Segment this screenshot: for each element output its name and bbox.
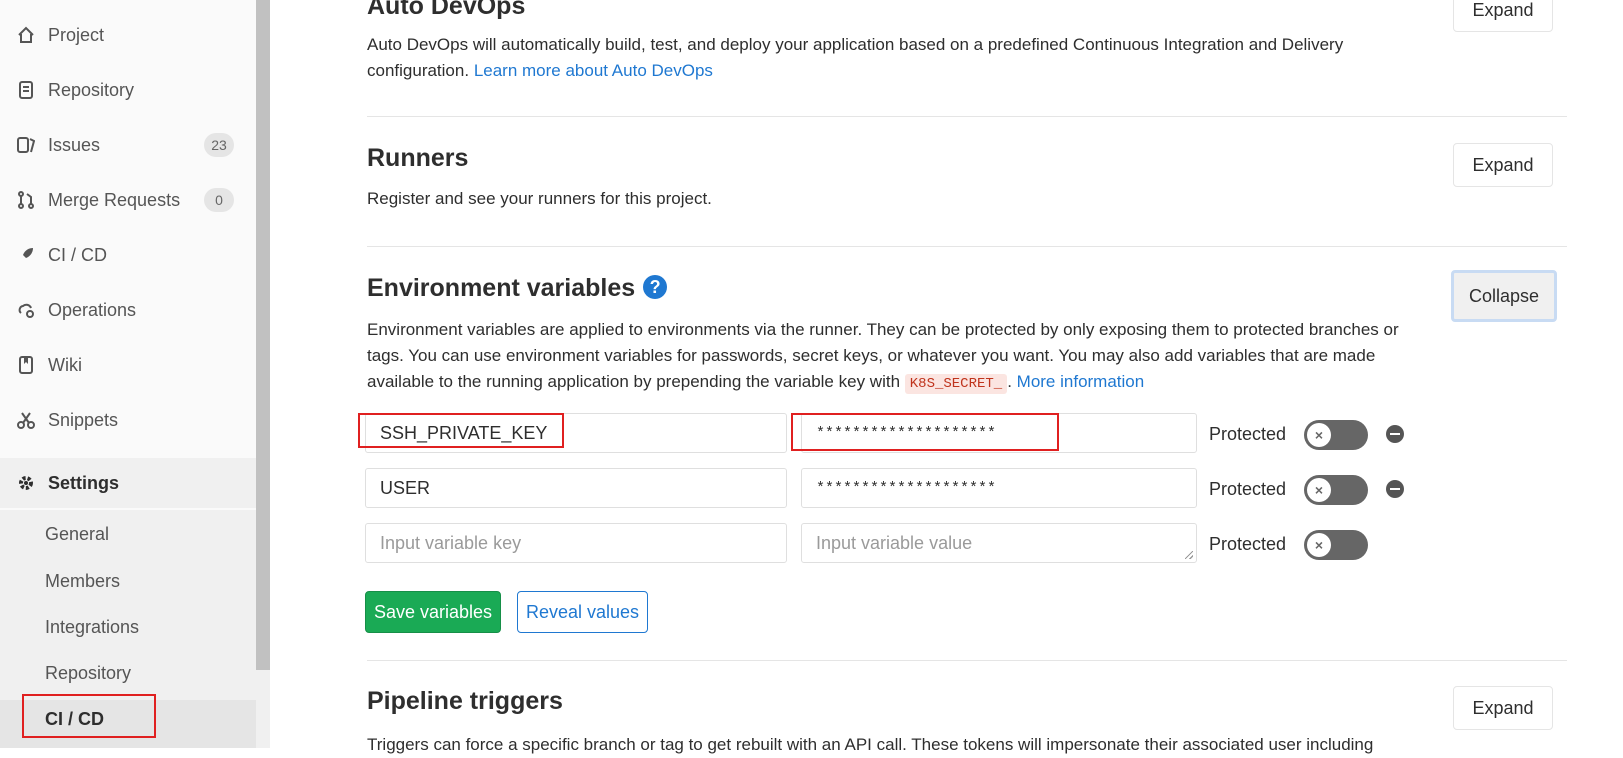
sidebar-item-label: Merge Requests	[48, 189, 181, 210]
scrollbar-thumb[interactable]	[256, 0, 270, 670]
submenu-item-members[interactable]: Members	[45, 571, 120, 592]
home-icon	[16, 25, 36, 45]
section-title-runners: Runners	[367, 144, 469, 172]
sidebar-item-snippets[interactable]: Snippets	[0, 395, 256, 445]
sidebar-item-project[interactable]: Project	[0, 10, 256, 60]
section-title-auto-devops: Auto DevOps	[367, 0, 526, 20]
gear-icon	[16, 473, 36, 493]
highlight-box-value	[791, 413, 1059, 451]
auto-devops-description: Auto DevOps will automatically build, te…	[367, 32, 1397, 84]
reveal-values-button[interactable]: Reveal values	[517, 591, 648, 633]
variable-key-input[interactable]: USER	[365, 468, 787, 508]
merge-requests-count-badge: 0	[204, 188, 234, 212]
section-title-pipeline-triggers: Pipeline triggers	[367, 687, 563, 715]
k8s-secret-code: K8S_SECRET_	[904, 374, 1008, 394]
sidebar-item-wiki[interactable]: Wiki	[0, 340, 256, 390]
learn-more-auto-devops-link[interactable]: Learn more about Auto DevOps	[474, 61, 713, 80]
variable-value-input[interactable]: ********************	[801, 468, 1197, 508]
resize-handle-icon[interactable]	[1185, 551, 1193, 559]
divider	[367, 116, 1567, 117]
sidebar-item-label: Project	[48, 24, 105, 45]
issues-icon	[16, 135, 36, 155]
question-circle-icon[interactable]: ?	[643, 275, 668, 300]
submenu-item-general[interactable]: General	[45, 524, 109, 545]
remove-variable-icon[interactable]	[1386, 425, 1404, 443]
sidebar-item-label: Wiki	[48, 354, 82, 375]
runners-description: Register and see your runners for this p…	[367, 189, 712, 208]
expand-pipeline-triggers-button[interactable]: Expand	[1453, 686, 1553, 730]
save-variables-button[interactable]: Save variables	[365, 591, 501, 633]
pipeline-triggers-description: Triggers can force a specific branch or …	[367, 735, 1374, 754]
sidebar-item-label: Settings	[48, 472, 120, 493]
sidebar-item-operations[interactable]: Operations	[0, 285, 256, 335]
rocket-icon	[16, 245, 36, 265]
sidebar-item-repository[interactable]: Repository	[0, 65, 256, 115]
more-information-link[interactable]: More information	[1017, 372, 1145, 391]
section-title-environment-variables: Environment variables?	[367, 274, 668, 303]
cloud-gear-icon	[16, 300, 36, 320]
sidebar-item-issues[interactable]: Issues 23	[0, 120, 256, 170]
x-icon: ×	[1307, 478, 1331, 502]
sidebar-item-label: CI / CD	[48, 244, 108, 265]
sidebar-item-settings[interactable]: Settings	[0, 458, 256, 508]
divider	[367, 660, 1567, 661]
sidebar-item-merge-requests[interactable]: Merge Requests 0	[0, 175, 256, 225]
expand-runners-button[interactable]: Expand	[1453, 143, 1553, 187]
merge-request-icon	[16, 190, 36, 210]
sidebar-item-ci-cd[interactable]: CI / CD	[0, 230, 256, 280]
x-icon: ×	[1307, 423, 1331, 447]
env-vars-desc-text: Environment variables are applied to env…	[367, 320, 1399, 391]
highlight-box-key	[358, 413, 564, 448]
protected-label: Protected	[1209, 424, 1287, 444]
sidebar-item-label: Snippets	[48, 409, 119, 430]
expand-auto-devops-button[interactable]: Expand	[1453, 0, 1553, 32]
x-icon: ×	[1307, 533, 1331, 557]
submenu-item-integrations[interactable]: Integrations	[45, 617, 139, 638]
highlight-box-ci-cd	[22, 694, 156, 738]
protected-label: Protected	[1209, 534, 1287, 554]
sidebar-scrollbar[interactable]	[256, 0, 270, 748]
submenu-item-repository[interactable]: Repository	[45, 663, 131, 684]
scissors-icon	[16, 410, 36, 430]
protected-toggle[interactable]: ×	[1304, 530, 1368, 560]
remove-variable-icon[interactable]	[1386, 480, 1404, 498]
sidebar-item-label: Issues	[48, 134, 101, 155]
doc-icon	[16, 80, 36, 100]
sidebar-item-label: Operations	[48, 299, 137, 320]
protected-toggle[interactable]: ×	[1304, 475, 1368, 505]
new-variable-key-input[interactable]: Input variable key	[365, 523, 787, 563]
issues-count-badge: 23	[204, 133, 234, 157]
sidebar: Project Repository Issues 23 Merge Reque…	[0, 0, 257, 748]
protected-label: Protected	[1209, 479, 1287, 499]
collapse-env-vars-button[interactable]: Collapse	[1451, 270, 1557, 322]
value-placeholder: Input variable value	[816, 532, 973, 553]
book-icon	[16, 355, 36, 375]
new-variable-value-input[interactable]: Input variable value	[801, 523, 1197, 563]
divider	[367, 246, 1567, 247]
protected-toggle[interactable]: ×	[1304, 420, 1368, 450]
env-vars-description: Environment variables are applied to env…	[367, 317, 1417, 397]
sidebar-item-label: Repository	[48, 79, 135, 100]
env-vars-title-text: Environment variables	[367, 274, 636, 302]
env-vars-desc-punct: .	[1007, 372, 1012, 391]
